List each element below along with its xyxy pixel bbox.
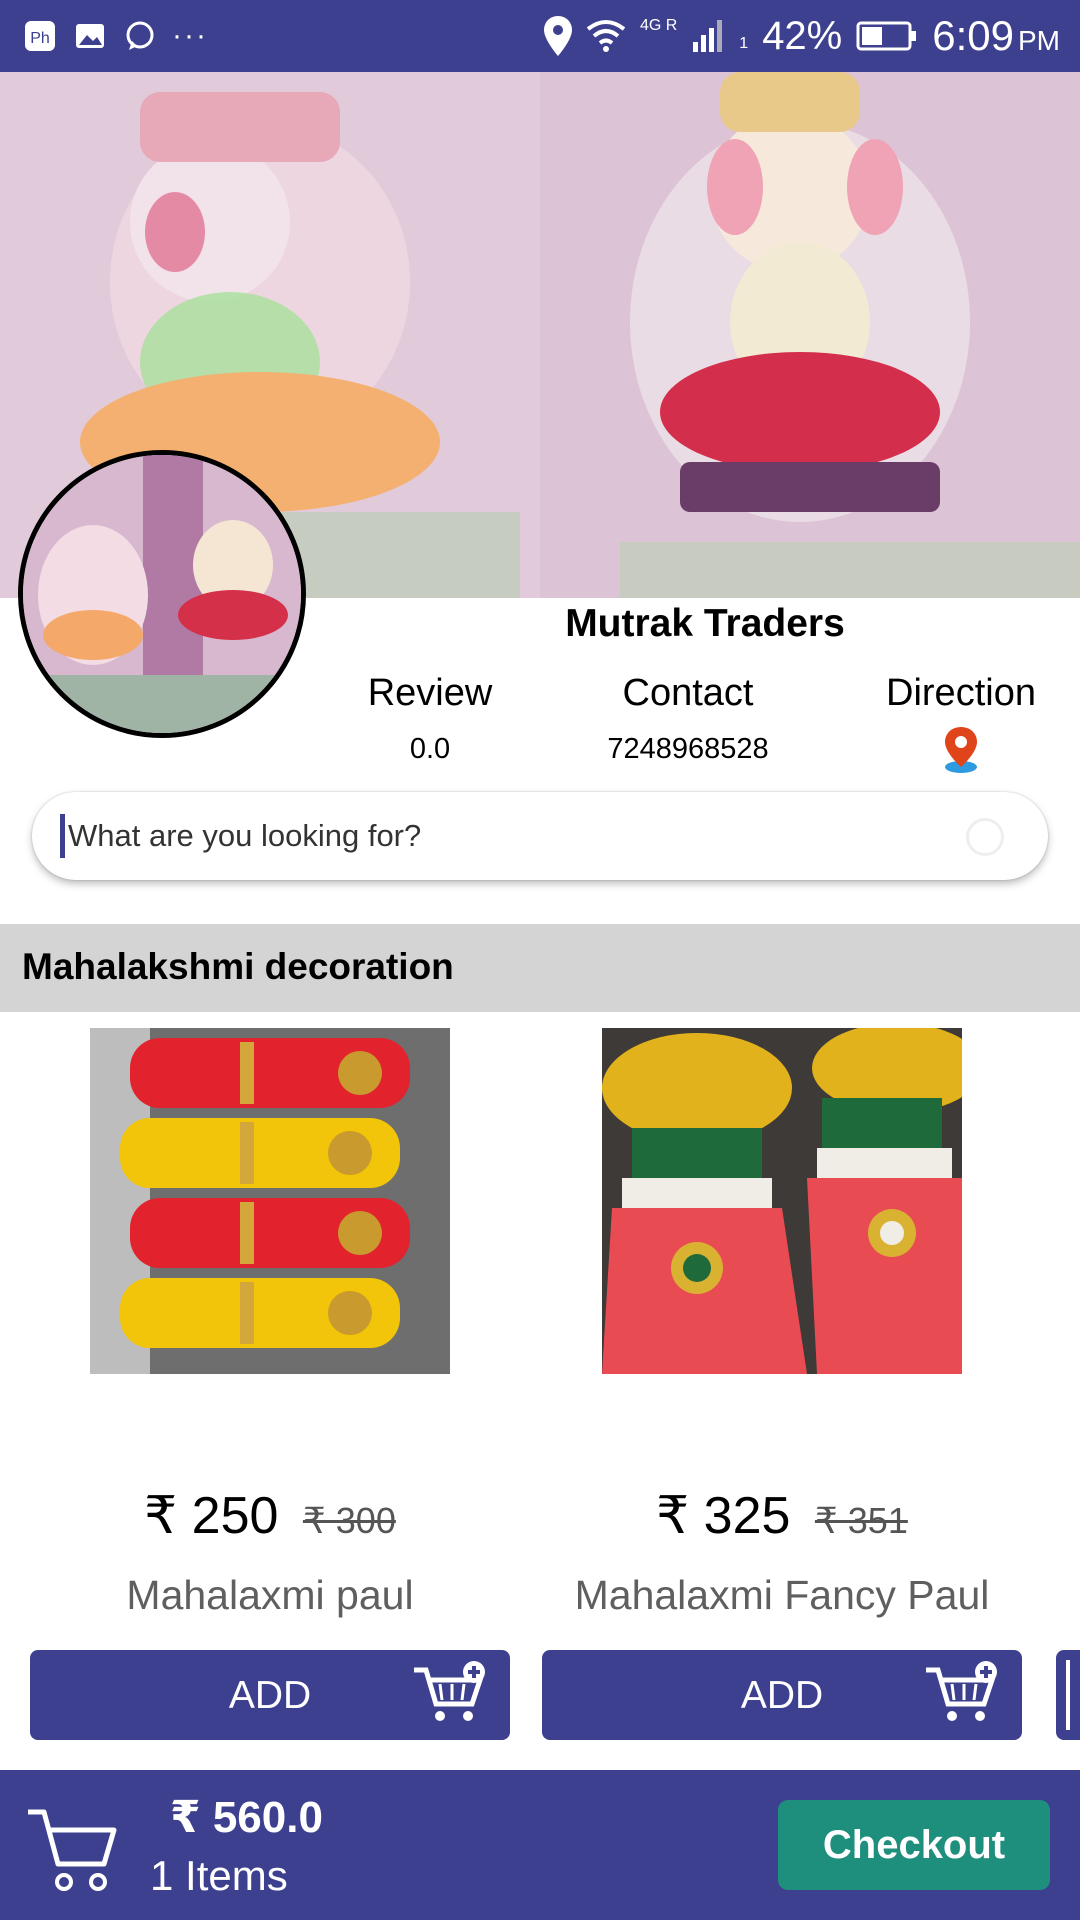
wifi-icon: [586, 20, 626, 52]
location-icon: [543, 16, 572, 56]
product-image[interactable]: [90, 1028, 450, 1374]
cart-icon[interactable]: [24, 1802, 120, 1894]
price-row: ₹ 325 ₹ 351: [526, 1486, 1038, 1546]
product-image[interactable]: [602, 1028, 962, 1374]
cart-total: ₹ 560.0: [170, 1793, 323, 1842]
checkout-button[interactable]: Checkout: [778, 1800, 1050, 1890]
photo-app-icon: Ph: [22, 18, 58, 54]
clock: 6:09 PM: [932, 12, 1060, 59]
product-name: Mahalaxmi Fancy Paul: [574, 1572, 990, 1618]
category-title: Mahalakshmi decoration: [22, 946, 454, 987]
cart-summary-bar: ₹ 560.0 1 Items Checkout: [0, 1770, 1080, 1920]
cart-plus-icon: [926, 1661, 997, 1721]
network-type: 4G R: [639, 17, 678, 34]
product-price: ₹ 325: [656, 1487, 791, 1545]
battery-icon: [856, 21, 917, 51]
status-bar: Ph ··· 4G R 1 42% 6:09 PM: [0, 0, 1080, 72]
battery-percent: 42%: [762, 13, 843, 58]
price-row: ₹ 250 ₹ 300: [14, 1486, 526, 1546]
map-pin-icon[interactable]: [941, 725, 981, 773]
review-label: Review: [367, 672, 493, 714]
search-icon[interactable]: [966, 818, 1004, 856]
next-product-button-peek[interactable]: [1056, 1650, 1080, 1740]
shop-name: Mutrak Traders: [565, 602, 845, 645]
whatsapp-icon: [122, 18, 158, 54]
add-to-cart-button[interactable]: ADD: [30, 1650, 510, 1740]
direction-section[interactable]: Direction: [870, 672, 1052, 773]
notification-icons: Ph ···: [22, 18, 208, 54]
cart-plus-icon: [414, 1661, 485, 1721]
search-input[interactable]: [68, 808, 948, 864]
search-bar[interactable]: [32, 792, 1048, 880]
contact-section[interactable]: Contact 7248968528: [570, 672, 806, 766]
product-mrp: ₹ 300: [302, 1500, 396, 1541]
shop-avatar: [18, 450, 306, 738]
direction-label: Direction: [886, 672, 1036, 714]
product-name: Mahalaxmi paul: [126, 1572, 414, 1618]
review-section[interactable]: Review 0.0: [340, 672, 520, 766]
image-icon: [72, 18, 108, 54]
product-mrp: ₹ 351: [814, 1500, 908, 1541]
contact-number[interactable]: 7248968528: [570, 733, 806, 766]
text-cursor: [60, 814, 65, 858]
svg-text:Ph: Ph: [30, 30, 50, 47]
cart-item-count: 1 Items: [150, 1852, 288, 1899]
contact-label: Contact: [622, 672, 754, 714]
add-to-cart-button[interactable]: ADD: [542, 1650, 1022, 1740]
category-header: Mahalakshmi decoration: [0, 924, 1080, 1012]
sim-slot: 1: [739, 35, 749, 52]
more-dots-icon: ···: [172, 19, 208, 52]
signal-icon: [693, 20, 723, 52]
review-value: 0.0: [409, 733, 451, 765]
product-price: ₹ 250: [144, 1487, 279, 1545]
